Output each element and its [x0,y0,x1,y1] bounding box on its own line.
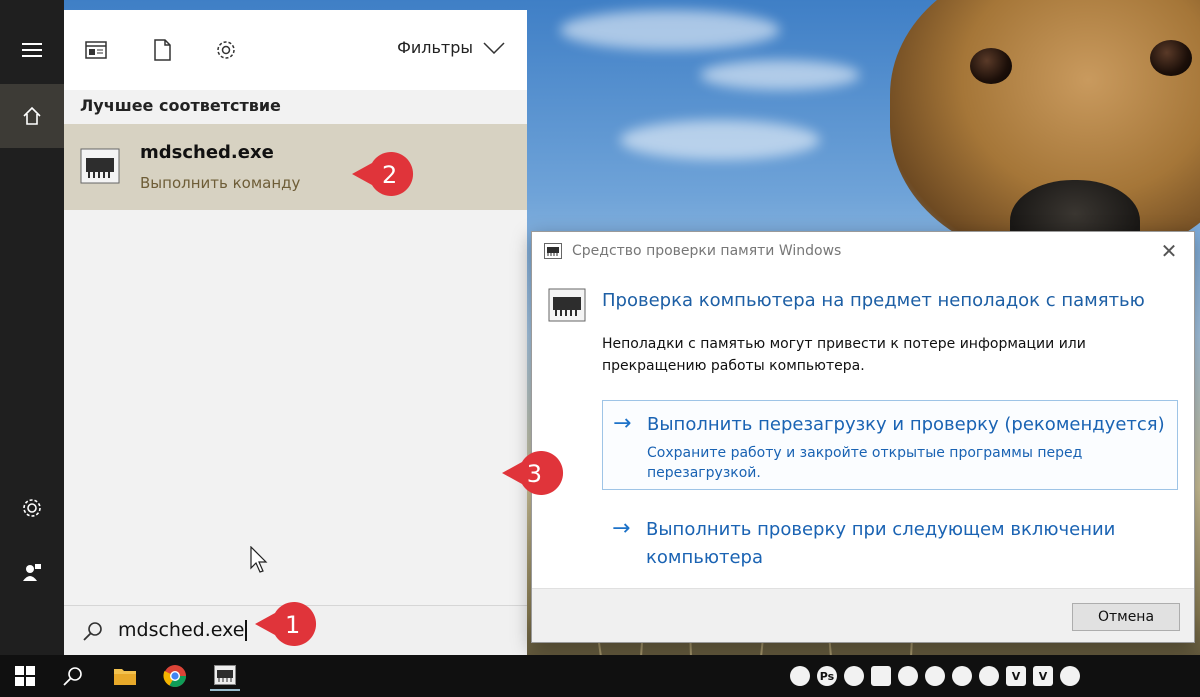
best-match-result[interactable]: mdsched.exe Выполнить команду [64,124,527,210]
windows-start-icon[interactable] [10,661,40,691]
restart-now-option[interactable]: → Выполнить перезагрузку и проверку (рек… [602,400,1178,490]
callout-badge-2: 2 [352,151,416,197]
memory-chip-icon [80,148,120,184]
arrow-right-icon: → [612,516,631,541]
dialog-title: Средство проверки памяти Windows [572,243,842,259]
hyena-eye [1150,40,1192,76]
tray-app-icon[interactable] [952,666,972,686]
vivaldi-icon[interactable]: V [1033,666,1053,686]
tray-app-icon[interactable] [979,666,999,686]
callout-badge-3: 3 [502,450,566,496]
tray-app-icon[interactable] [790,666,810,686]
user-feedback-icon[interactable] [0,544,64,600]
mouse-cursor-icon [250,546,268,573]
memory-chip-icon[interactable] [210,661,240,691]
restart-now-description: Сохраните работу и закройте открытые про… [647,445,1083,481]
close-icon[interactable]: ✕ [1158,240,1180,262]
file-explorer-icon[interactable] [110,661,140,691]
search-query: mdsched.exe [118,619,245,641]
chrome-icon[interactable] [1060,666,1080,686]
restart-now-label: Выполнить перезагрузку и проверку (реком… [647,414,1165,435]
text-caret [245,620,248,641]
filters-label: Фильтры [397,38,473,57]
result-title: mdsched.exe [140,142,274,163]
dialog-heading: Проверка компьютера на предмет неполадок… [602,290,1145,311]
search-icon [83,622,102,641]
gear-icon[interactable] [214,38,238,62]
dialog-footer: Отмена [532,588,1194,642]
filters-dropdown[interactable]: Фильтры [397,38,505,57]
photoshop-icon[interactable]: Ps [817,666,837,686]
check-next-start-label: Выполнить проверку при следующем включен… [646,519,1116,568]
document-view-icon[interactable] [84,38,108,62]
callout-badge-1: 1 [255,601,319,647]
search-panel: Фильтры Лучшее соответствие mdsched.exe … [64,10,527,655]
dialog-titlebar[interactable]: Средство проверки памяти Windows ✕ [532,232,1194,270]
home-icon[interactable] [0,84,64,148]
chevron-down-icon [483,41,505,54]
image-viewer-icon[interactable] [871,666,891,686]
best-match-header: Лучшее соответствие [80,96,281,115]
tray-app-icon[interactable] [898,666,918,686]
file-icon[interactable] [150,38,174,62]
gear-icon[interactable] [0,480,64,536]
tray-app-icon[interactable] [844,666,864,686]
search-results: Лучшее соответствие mdsched.exe Выполнит… [64,90,527,605]
start-left-rail [0,0,64,655]
chrome-icon[interactable] [160,661,190,691]
tray-app-icon[interactable] [925,666,945,686]
memory-chip-icon [544,243,562,259]
hamburger-menu-icon[interactable] [0,22,64,78]
search-icon[interactable] [58,661,88,691]
hyena-eye [970,48,1012,84]
search-panel-toolbar: Фильтры [64,10,527,90]
result-subtitle: Выполнить команду [140,174,301,192]
memory-diagnostic-dialog: Средство проверки памяти Windows ✕ Прове… [531,231,1195,643]
cancel-button[interactable]: Отмена [1072,603,1180,631]
dialog-description: Неполадки с памятью могут привести к пот… [602,336,1086,374]
check-next-start-option[interactable]: → Выполнить проверку при следующем включ… [602,506,1178,584]
taskbar: Ps V V [0,655,1200,697]
folder-icon[interactable]: V [1006,666,1026,686]
arrow-right-icon: → [613,411,632,436]
memory-chip-icon [548,288,586,322]
